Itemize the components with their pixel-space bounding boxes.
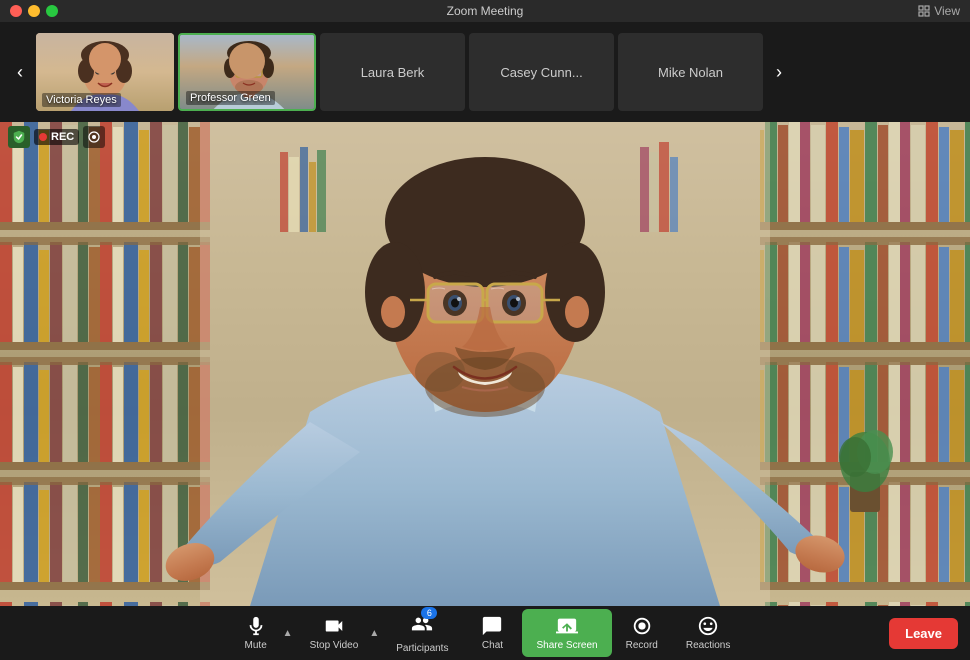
chat-icon [481,615,503,637]
view-label: View [934,4,960,18]
minimize-button[interactable] [28,5,40,17]
stop-video-button[interactable]: Stop Video [296,611,373,655]
leave-area: Leave [889,618,958,649]
rec-badge: REC [34,129,79,145]
close-button[interactable] [10,5,22,17]
participant-thumb-mike[interactable]: Mike Nolan [618,33,763,111]
main-video [0,122,970,606]
rec-label: REC [51,131,74,143]
chat-button[interactable]: Chat [462,611,522,655]
laura-name-label: Laura Berk [361,65,425,80]
reactions-icon [697,615,719,637]
toolbar: Mute ▲ Stop Video ▲ 6 Participants Chat [0,606,970,660]
share-screen-button[interactable]: Share Screen [522,609,611,657]
participant-thumb-casey[interactable]: Casey Cunn... [469,33,614,111]
record-icon [631,615,653,637]
casey-name-label: Casey Cunn... [500,65,582,80]
participant-thumb-professor-green[interactable]: Professor Green [178,33,316,111]
video-icon [323,615,345,637]
chat-label: Chat [482,640,503,651]
next-arrow[interactable]: › [767,42,791,102]
status-bar: REC [8,126,105,148]
view-icon [918,5,930,17]
participant-thumb-laura[interactable]: Laura Berk [320,33,465,111]
mute-label: Mute [245,640,267,651]
participant-thumb-victoria[interactable]: Victoria Reyes [36,33,174,111]
rec-dot [39,133,47,141]
mute-button[interactable]: Mute [226,611,286,655]
shield-icon [8,126,30,148]
reactions-label: Reactions [686,640,730,651]
reactions-button[interactable]: Reactions [672,611,744,655]
window-title: Zoom Meeting [447,4,524,18]
share-screen-label: Share Screen [536,640,597,651]
leave-button[interactable]: Leave [889,618,958,649]
participants-button[interactable]: 6 Participants [382,609,462,658]
window-controls [0,5,58,17]
stop-video-label: Stop Video [310,640,359,651]
stop-video-group: Stop Video ▲ [296,611,383,655]
camera-icon [83,126,105,148]
main-speaker-svg [0,122,970,606]
mic-icon [245,615,267,637]
mute-arrow[interactable]: ▲ [280,628,296,639]
participants-label: Participants [396,643,448,654]
participant-strip: ‹ [0,22,970,122]
mute-group: Mute ▲ [226,611,296,655]
video-arrow[interactable]: ▲ [366,628,382,639]
prev-arrow[interactable]: ‹ [8,42,32,102]
victoria-name-label: Victoria Reyes [42,93,121,107]
maximize-button[interactable] [46,5,58,17]
title-bar: Zoom Meeting View [0,0,970,22]
participants-count: 6 [421,607,437,619]
view-button[interactable]: View [918,4,970,18]
record-label: Record [626,640,658,651]
record-button[interactable]: Record [612,611,672,655]
professor-green-name-label: Professor Green [186,91,275,105]
mike-name-label: Mike Nolan [658,65,723,80]
share-screen-icon [556,615,578,637]
